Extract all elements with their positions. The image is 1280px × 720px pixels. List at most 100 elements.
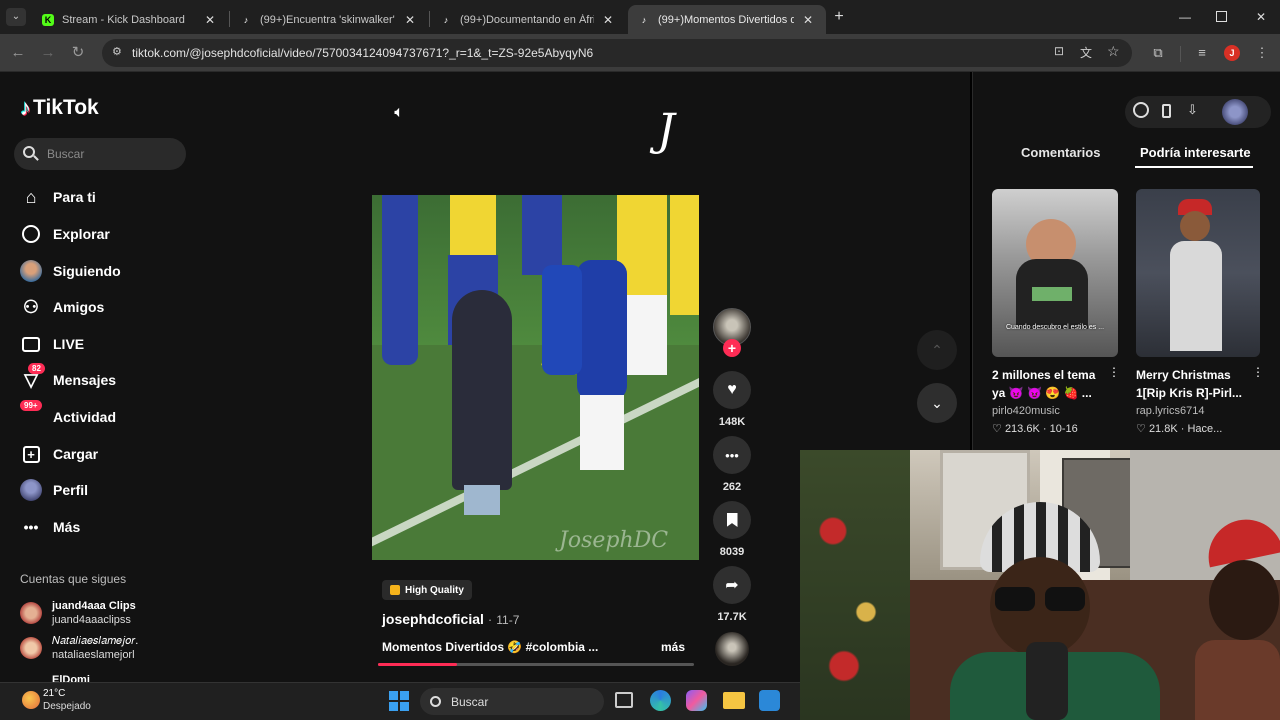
comment-count: 262	[722, 481, 742, 493]
user-avatar[interactable]	[1222, 99, 1248, 125]
browser-tab-1[interactable]: ♪ (99+)Encuentra 'skinwalker' en ✕	[230, 5, 428, 34]
account-name: 𝑁𝑎𝑡𝑎𝑙𝑖𝑎𝑒𝑠𝑙𝑎𝑚𝑒𝑗𝑜𝑟.	[52, 635, 139, 647]
nav-actividad[interactable]: 99+ Actividad	[20, 400, 116, 431]
back-icon[interactable]: ←	[8, 43, 28, 63]
second-person	[1195, 512, 1280, 720]
minimize-window-icon[interactable]: —	[1176, 10, 1194, 24]
search-box[interactable]: Buscar	[14, 138, 186, 170]
reload-icon[interactable]: ↻	[68, 43, 88, 63]
profile-avatar[interactable]: J	[1224, 45, 1240, 61]
browser-tab-2[interactable]: ♪ (99+)Documentando en Áfric ✕	[430, 5, 626, 34]
card-thumbnail	[1136, 189, 1260, 357]
translate-icon[interactable]: 文	[1080, 44, 1092, 61]
nav-live[interactable]: LIVE	[20, 330, 84, 358]
share-button[interactable]: ➦	[713, 566, 751, 604]
following-account[interactable]: juand4aaa Clips juand4aaaclipss	[20, 599, 136, 627]
browser-tab-3[interactable]: ♪ (99+)Momentos Divertidos de ✕	[628, 5, 826, 34]
extensions-icon[interactable]: ⧉	[1148, 43, 1168, 63]
save-button[interactable]	[713, 501, 751, 539]
nav-mas[interactable]: ••• Más	[20, 513, 81, 541]
nav-amigos[interactable]: ⚇ Amigos	[20, 293, 104, 321]
more-icon: •••	[23, 519, 39, 535]
nav-para-ti[interactable]: ⌂ Para ti	[20, 183, 96, 211]
comment-button[interactable]: •••	[713, 436, 751, 474]
nav-cargar[interactable]: + Cargar	[20, 440, 98, 468]
download-icon[interactable]: ⇩	[1187, 102, 1198, 118]
media-controls-icon[interactable]: ≡	[1192, 43, 1212, 63]
nav-label: LIVE	[53, 336, 85, 352]
tab-comentarios[interactable]: Comentarios	[1021, 145, 1100, 160]
nav-label: Cargar	[53, 446, 99, 462]
browser-tab-0[interactable]: K Stream - Kick Dashboard ✕	[32, 5, 228, 34]
close-tab-icon[interactable]: ✕	[800, 13, 816, 27]
close-window-icon[interactable]: ✕	[1252, 9, 1270, 25]
tab-search-button[interactable]: ⌄	[6, 8, 26, 26]
nav-mensajes[interactable]: ▽ 82 Mensajes	[20, 363, 117, 394]
card-title: Merry Christmas 1[Rip Kris R]-Pirl...	[1136, 368, 1243, 400]
close-tab-icon[interactable]: ✕	[600, 13, 616, 27]
new-tab-button[interactable]: +	[830, 8, 848, 26]
start-button[interactable]	[389, 691, 409, 711]
maximize-window-icon[interactable]	[1216, 11, 1227, 22]
card-thumbnail: Cuando descubro el estilo es ...	[992, 189, 1118, 357]
edge-icon[interactable]	[650, 690, 671, 711]
close-tab-icon[interactable]: ✕	[202, 13, 218, 27]
store-icon[interactable]	[759, 690, 780, 711]
nav-label: Para ti	[53, 189, 96, 205]
search-placeholder: Buscar	[47, 147, 85, 161]
nav-label: Mensajes	[53, 372, 117, 388]
forward-icon[interactable]: →	[38, 43, 58, 63]
video-author[interactable]: josephdcoficial	[382, 611, 484, 627]
share-icon: ➦	[725, 577, 739, 594]
music-disc-icon[interactable]	[715, 632, 749, 666]
next-video-button[interactable]: ⌄	[917, 383, 957, 423]
card-more-icon[interactable]: ⋮	[1108, 365, 1120, 379]
taskbar-search[interactable]: Buscar	[420, 688, 604, 715]
task-view-icon[interactable]	[615, 692, 633, 708]
volume-icon[interactable]: 🔈︎	[388, 102, 410, 124]
compass-icon[interactable]	[1133, 102, 1149, 118]
card-likes: 213.6K	[1004, 423, 1040, 435]
card-more-icon[interactable]: ⋮	[1252, 365, 1264, 379]
install-app-icon[interactable]: ⊡	[1054, 44, 1064, 58]
device-icon[interactable]	[1162, 104, 1171, 118]
upload-icon: +	[20, 443, 42, 465]
weather-desc: Despejado	[43, 701, 91, 712]
tiktok-logo[interactable]: ♪ TikTok	[20, 95, 99, 121]
weather-widget[interactable]: 21°C Despejado	[22, 687, 91, 713]
messages-badge: 82	[28, 363, 45, 374]
previous-video-button[interactable]: ⌃	[917, 330, 957, 370]
site-settings-icon[interactable]: ⚙	[112, 45, 122, 58]
nav-perfil[interactable]: Perfil	[20, 476, 88, 504]
webcam-overlay	[800, 450, 1280, 720]
following-account[interactable]: 𝑁𝑎𝑡𝑎𝑙𝑖𝑎𝑒𝑠𝑙𝑎𝑚𝑒𝑗𝑜𝑟. nataliaeslamejorl	[20, 634, 138, 662]
tab-podria-interesarte[interactable]: Podría interesarte	[1140, 145, 1251, 160]
browser-toolbar: ← → ↻ ⚙ tiktok.com/@josephdcoficial/vide…	[0, 34, 1280, 72]
browser-menu-icon[interactable]: ⋮	[1252, 43, 1272, 63]
nav-siguiendo[interactable]: Siguiendo	[20, 257, 121, 285]
nav-explorar[interactable]: Explorar	[20, 220, 110, 248]
address-bar[interactable]: ⚙ tiktok.com/@josephdcoficial/video/7570…	[102, 39, 1132, 67]
like-button[interactable]: ♥	[713, 371, 751, 409]
card-overlay-text: Cuando descubro el estilo es ...	[1005, 324, 1105, 331]
bookmark-star-icon[interactable]: ☆	[1107, 43, 1120, 60]
recommended-card[interactable]: Cuando descubro el estilo es ... 2 millo…	[992, 189, 1120, 439]
tab-title: Stream - Kick Dashboard	[62, 13, 185, 26]
follow-plus-icon[interactable]: +	[723, 339, 741, 357]
recommended-card[interactable]: Merry Christmas 1[Rip Kris R]-Pirl... ⋮ …	[1136, 189, 1264, 439]
tiktok-icon: ♪	[243, 14, 249, 25]
caption-more-link[interactable]: más	[661, 640, 685, 654]
quality-badge: High Quality	[382, 580, 472, 600]
windows-taskbar: 21°C Despejado Buscar	[0, 682, 800, 720]
video-player[interactable]: JosephDC	[372, 195, 699, 560]
following-section-title: Cuentas que sigues	[20, 572, 127, 586]
url-text: tiktok.com/@josephdcoficial/video/757003…	[132, 46, 594, 60]
kick-icon: K	[42, 13, 54, 26]
file-explorer-icon[interactable]	[723, 692, 745, 709]
card-date: Hace...	[1187, 423, 1223, 435]
tiktok-icon: ♪	[443, 14, 449, 25]
copilot-icon[interactable]	[686, 690, 707, 711]
close-tab-icon[interactable]: ✕	[402, 13, 418, 27]
quality-label: High Quality	[405, 584, 464, 596]
video-progress-bar[interactable]	[378, 663, 694, 666]
